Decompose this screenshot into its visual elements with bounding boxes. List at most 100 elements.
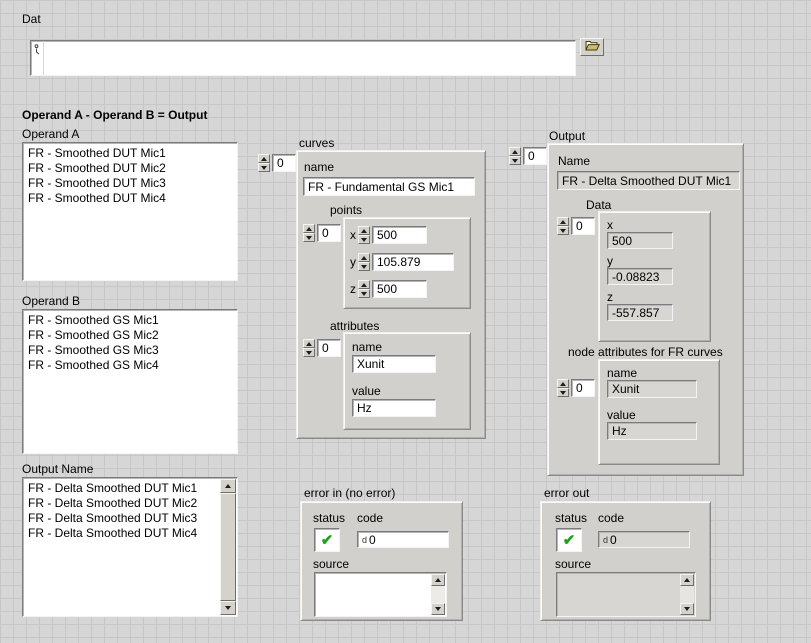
down-arrow-icon	[361, 265, 367, 269]
vertical-scrollbar[interactable]	[431, 574, 445, 615]
point-z-spinner[interactable]	[358, 280, 370, 298]
increment-button[interactable]	[358, 253, 370, 262]
down-arrow-icon	[306, 351, 312, 355]
data-index-value[interactable]: 0	[571, 217, 595, 235]
radix-indicator: d	[603, 535, 608, 545]
output-index-value[interactable]: 0	[523, 147, 547, 165]
operand-b-label: Operand B	[22, 294, 80, 308]
scroll-down-button[interactable]	[680, 603, 694, 615]
point-y-value[interactable]: 105.879	[372, 253, 454, 271]
list-item[interactable]: FR - Delta Smoothed DUT Mic3	[23, 511, 219, 526]
node-attributes-cluster: name Xunit value Hz	[598, 359, 720, 465]
increment-button[interactable]	[557, 217, 569, 226]
point-z-label: z	[350, 282, 356, 296]
data-y-label: y	[607, 254, 613, 268]
vertical-scrollbar[interactable]	[220, 479, 236, 615]
point-x-value[interactable]: 500	[372, 226, 427, 244]
down-arrow-icon	[225, 606, 231, 610]
scroll-down-button[interactable]	[220, 601, 236, 615]
increment-button[interactable]	[509, 147, 521, 156]
point-y-label: y	[350, 255, 356, 269]
error-in-source-field[interactable]	[314, 572, 447, 617]
data-x-value: 500	[607, 232, 673, 249]
list-item[interactable]: FR - Smoothed DUT Mic1	[23, 146, 237, 161]
attributes-index-value[interactable]: 0	[317, 339, 341, 357]
attribute-name-field[interactable]: Xunit	[352, 355, 436, 373]
error-in-status-indicator[interactable]: ✔	[314, 528, 340, 552]
curves-index-value[interactable]: 0	[272, 154, 296, 172]
error-out-cluster: status code ✔ d 0 source	[540, 501, 711, 621]
point-z-value[interactable]: 500	[372, 280, 427, 298]
page-title: Operand A - Operand B = Output	[22, 108, 207, 122]
points-index-spinner[interactable]: 0	[303, 224, 341, 242]
data-index-spinner[interactable]: 0	[557, 217, 595, 235]
list-item[interactable]: FR - Smoothed DUT Mic2	[23, 161, 237, 176]
list-item[interactable]: FR - Smoothed DUT Mic3	[23, 176, 237, 191]
data-x-label: x	[607, 218, 613, 232]
points-index-value[interactable]: 0	[317, 224, 341, 242]
node-attributes-index-value[interactable]: 0	[571, 379, 595, 397]
up-arrow-icon	[560, 220, 566, 224]
list-item[interactable]: FR - Smoothed GS Mic3	[23, 343, 237, 358]
increment-button[interactable]	[303, 339, 315, 348]
list-item[interactable]: FR - Smoothed GS Mic4	[23, 358, 237, 373]
increment-button[interactable]	[303, 224, 315, 233]
list-item[interactable]: FR - Smoothed DUT Mic4	[23, 191, 237, 206]
browse-button[interactable]	[580, 38, 604, 56]
curve-name-label: name	[304, 160, 334, 174]
increment-button[interactable]	[358, 226, 370, 235]
scroll-down-button[interactable]	[431, 603, 445, 615]
curves-cluster: name FR - Fundamental GS Mic1 points 0 x…	[296, 150, 486, 439]
scroll-up-button[interactable]	[680, 574, 694, 586]
path-value[interactable]	[44, 41, 52, 75]
error-in-cluster: status code ✔ d 0 source	[300, 501, 463, 621]
curve-name-field[interactable]: FR - Fundamental GS Mic1	[303, 177, 475, 196]
list-item[interactable]: FR - Delta Smoothed DUT Mic2	[23, 496, 219, 511]
front-panel: Dat Operand A - Operand B = Output Opera…	[0, 0, 811, 643]
scroll-up-button[interactable]	[431, 574, 445, 586]
scroll-up-button[interactable]	[220, 479, 236, 493]
decrement-button[interactable]	[303, 348, 315, 357]
point-y: y 105.879	[350, 253, 454, 271]
data-path-input[interactable]	[30, 40, 576, 76]
path-label: Dat	[22, 12, 41, 26]
attributes-index-spinner[interactable]: 0	[303, 339, 341, 357]
list-item[interactable]: FR - Smoothed GS Mic2	[23, 328, 237, 343]
scrollbar-thumb[interactable]	[220, 493, 236, 601]
increment-button[interactable]	[358, 280, 370, 289]
vertical-scrollbar[interactable]	[680, 574, 694, 615]
curves-index-spinner[interactable]: 0	[258, 154, 296, 172]
decrement-button[interactable]	[303, 233, 315, 242]
decrement-button[interactable]	[358, 262, 370, 271]
down-arrow-icon	[306, 236, 312, 240]
up-arrow-icon	[261, 157, 267, 161]
decrement-button[interactable]	[358, 289, 370, 298]
increment-button[interactable]	[557, 379, 569, 388]
attribute-value-field[interactable]: Hz	[352, 399, 436, 417]
down-arrow-icon	[560, 391, 566, 395]
point-x-label: x	[350, 228, 356, 242]
output-index-spinner[interactable]: 0	[509, 147, 547, 165]
point-x-spinner[interactable]	[358, 226, 370, 244]
decrement-button[interactable]	[557, 388, 569, 397]
output-name-listbox[interactable]: FR - Delta Smoothed DUT Mic1 FR - Delta …	[22, 477, 238, 617]
error-in-label: error in (no error)	[304, 486, 395, 500]
operand-b-listbox[interactable]: FR - Smoothed GS Mic1 FR - Smoothed GS M…	[22, 309, 238, 454]
list-item[interactable]: FR - Delta Smoothed DUT Mic1	[23, 481, 219, 496]
increment-button[interactable]	[258, 154, 270, 163]
decrement-button[interactable]	[258, 163, 270, 172]
scrollbar-track[interactable]	[431, 586, 445, 603]
scrollbar-track[interactable]	[680, 586, 694, 603]
checkmark-icon: ✔	[321, 533, 334, 548]
decrement-button[interactable]	[557, 226, 569, 235]
list-item[interactable]: FR - Delta Smoothed DUT Mic4	[23, 526, 219, 541]
list-item[interactable]: FR - Smoothed GS Mic1	[23, 313, 237, 328]
decrement-button[interactable]	[358, 235, 370, 244]
decrement-button[interactable]	[509, 156, 521, 165]
point-y-spinner[interactable]	[358, 253, 370, 271]
error-in-code-field[interactable]: d 0	[357, 531, 449, 548]
operand-a-listbox[interactable]: FR - Smoothed DUT Mic1 FR - Smoothed DUT…	[22, 142, 238, 281]
node-attributes-index-spinner[interactable]: 0	[557, 379, 595, 397]
down-arrow-icon	[512, 159, 518, 163]
error-in-code-value[interactable]: 0	[369, 533, 376, 547]
